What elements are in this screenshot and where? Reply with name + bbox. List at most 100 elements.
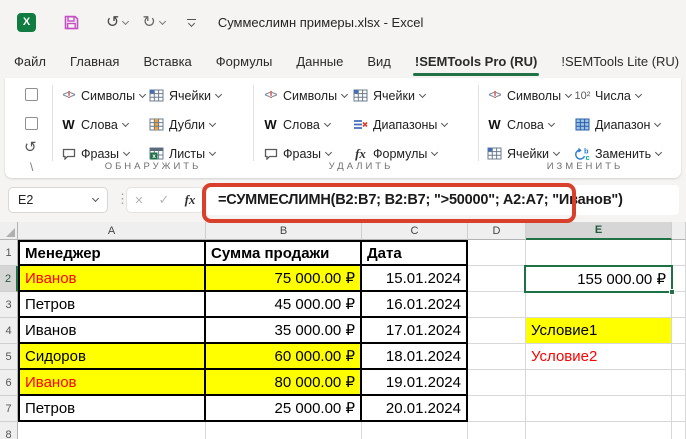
cell-c2[interactable]: 15.01.2024 [362,266,468,292]
cell-d2[interactable] [468,266,526,292]
cell-f1[interactable] [672,240,686,266]
row-header-4[interactable]: 4 [0,318,18,344]
cell-d8[interactable] [468,422,526,439]
row-header-6[interactable]: 6 [0,370,18,396]
cell-b8[interactable] [206,422,362,439]
cell-b6[interactable]: 80 000.00 ₽ [206,370,362,396]
spreadsheet-grid: A B C D E 1 Менеджер Сумма продажи Дата … [0,222,686,439]
cell-a1[interactable]: Менеджер [18,240,206,266]
cell-b5[interactable]: 60 000.00 ₽ [206,344,362,370]
cell-f4[interactable] [672,318,686,344]
formula-input[interactable]: =СУММЕСЛИМН(B2:B7; B2:B7; ">50000"; A2:A… [207,185,679,215]
cell-d3[interactable] [468,292,526,318]
cell-f2[interactable] [672,266,686,292]
redo-button[interactable]: ↻ [128,12,166,32]
cell-e3[interactable] [526,292,672,318]
save-button[interactable] [63,14,80,31]
name-box[interactable]: E2 [8,187,108,213]
ribbon-button-change-range[interactable]: Диапазон [573,114,662,135]
ribbon-button-delete-symbols[interactable]: <! > Символы [261,85,349,106]
row-header-3[interactable]: 3 [0,292,18,318]
row-header-5[interactable]: 5 [0,344,18,370]
cell-b2[interactable]: 75 000.00 ₽ [206,266,362,292]
ribbon-button-change-words[interactable]: W Слова [485,114,571,135]
cell-c6[interactable]: 19.01.2024 [362,370,468,396]
column-header-b[interactable]: B [206,222,362,240]
cell-a2[interactable]: Иванов [18,266,206,292]
undo-small-icon[interactable]: ↺ [24,138,37,156]
cell-b3[interactable]: 45 000.00 ₽ [206,292,362,318]
row-7: 7 Петров 25 000.00 ₽ 20.01.2024 [0,396,686,422]
undo-button[interactable]: ↺ [80,12,130,32]
w-icon: W [264,117,277,132]
enter-icon[interactable]: ✓ [159,192,170,208]
ribbon-button-delete-ranges[interactable]: Диапазоны [351,114,449,135]
ribbon-button-change-numbers[interactable]: 10² Числа [573,85,661,106]
tab-home[interactable]: Главная [58,44,131,78]
row-header-1[interactable]: 1 [0,240,18,266]
cell-e8[interactable] [526,422,672,439]
cell-d4[interactable] [468,318,526,344]
row-8: 8 [0,422,686,439]
ribbon-button-detect-words[interactable]: W Слова [59,114,145,135]
row-header-7[interactable]: 7 [0,396,18,422]
cell-c5[interactable]: 18.01.2024 [362,344,468,370]
column-header-a[interactable]: A [18,222,206,240]
ribbon-group-label-delete: УДАЛИТЬ [328,161,394,172]
ribbon-button-change-symbols[interactable]: <! > Символы [485,85,573,106]
cell-e2-selected[interactable]: 155 000.00 ₽ [526,266,672,292]
cell-d5[interactable] [468,344,526,370]
cell-c8[interactable] [362,422,468,439]
cell-c4[interactable]: 17.01.2024 [362,318,468,344]
cell-f5[interactable] [672,344,686,370]
cell-a7[interactable]: Петров [18,396,206,422]
cell-a3[interactable]: Петров [18,292,206,318]
tab-semtools-lite[interactable]: !SEMTools Lite (RU) [549,44,686,78]
cell-e5[interactable]: Условие2 [526,344,672,370]
cell-f6[interactable] [672,370,686,396]
ribbon-button-delete-cells[interactable]: Ячейки [351,85,447,106]
column-header-c[interactable]: C [362,222,468,240]
customize-quick-access-button[interactable] [186,18,196,27]
row-header-8[interactable]: 8 [0,422,18,439]
cell-f7[interactable] [672,396,686,422]
cell-e1[interactable] [526,240,672,266]
column-header-d[interactable]: D [468,222,526,240]
cell-f3[interactable] [672,292,686,318]
select-all-button[interactable] [0,222,18,240]
tab-semtools-pro[interactable]: !SEMTools Pro (RU) [403,44,550,78]
ribbon-checkbox-1[interactable] [25,88,38,101]
ribbon-button-detect-duplicates[interactable]: Дубли [147,114,221,135]
cell-c7[interactable]: 20.01.2024 [362,396,468,422]
cell-d7[interactable] [468,396,526,422]
tab-data[interactable]: Данные [284,44,355,78]
cell-a5[interactable]: Сидоров [18,344,206,370]
cell-d6[interactable] [468,370,526,396]
cell-c1[interactable]: Дата [362,240,468,266]
cell-b7[interactable]: 25 000.00 ₽ [206,396,362,422]
cell-a6[interactable]: Иванов [18,370,206,396]
ribbon-button-detect-cells[interactable]: Ячейки [147,85,222,106]
cell-a8[interactable] [18,422,206,439]
cell-a4[interactable]: Иванов [18,318,206,344]
tab-formulas[interactable]: Формулы [204,44,285,78]
cell-e6[interactable] [526,370,672,396]
tab-insert[interactable]: Вставка [131,44,203,78]
ribbon-checkbox-2[interactable] [25,117,38,130]
tab-file[interactable]: Файл [2,44,58,78]
cell-f8[interactable] [672,422,686,439]
column-header-e[interactable]: E [526,222,672,240]
insert-function-button[interactable]: fx [185,192,196,208]
cell-b1[interactable]: Сумма продажи [206,240,362,266]
cell-c3[interactable]: 16.01.2024 [362,292,468,318]
cell-d1[interactable] [468,240,526,266]
tab-view[interactable]: Вид [355,44,403,78]
row-header-2[interactable]: 2 [0,266,18,292]
cell-b4[interactable]: 35 000.00 ₽ [206,318,362,344]
cell-e4[interactable]: Условие1 [526,318,672,344]
ribbon-tab-bar: Файл Главная Вставка Формулы Данные Вид … [0,44,686,78]
ribbon-button-detect-symbols[interactable]: <! > Символы [59,85,147,106]
cell-e7[interactable] [526,396,672,422]
cancel-icon[interactable]: × [135,192,144,209]
ribbon-button-delete-words[interactable]: W Слова [261,114,347,135]
